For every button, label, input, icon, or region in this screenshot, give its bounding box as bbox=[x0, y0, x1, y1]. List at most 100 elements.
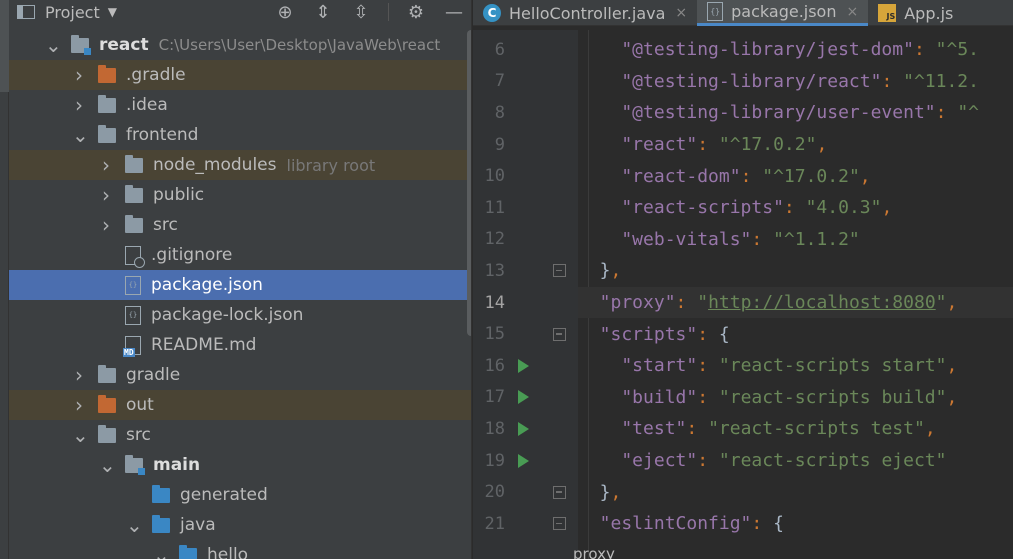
chevron-right-icon[interactable]: › bbox=[72, 393, 86, 417]
code-token: "react-scripts start" bbox=[718, 355, 947, 377]
tree-row[interactable]: › gradle bbox=[9, 360, 471, 390]
gutter-line: 7 bbox=[473, 66, 578, 98]
folder-icon bbox=[98, 64, 116, 83]
hide-icon[interactable]: — bbox=[443, 1, 465, 23]
tree-scrollbar[interactable] bbox=[467, 30, 471, 336]
tree-row[interactable]: › public bbox=[9, 180, 471, 210]
code-line[interactable]: "react": "^17.0.2", bbox=[578, 129, 1013, 161]
tree-row[interactable]: ›{}package.json bbox=[9, 270, 471, 300]
code-token: "react-scripts" bbox=[578, 197, 784, 219]
code-token: , bbox=[610, 481, 622, 503]
code-line[interactable]: "build": "react-scripts build", bbox=[578, 382, 1013, 414]
fold-icon[interactable] bbox=[553, 264, 566, 278]
code-token: "eslintConfig" bbox=[578, 513, 752, 535]
chevron-down-icon[interactable]: ▼ bbox=[108, 5, 117, 19]
close-icon[interactable]: × bbox=[675, 5, 687, 21]
tree-row[interactable]: ›generated bbox=[9, 480, 471, 510]
code-token: "^17.0.2" bbox=[718, 134, 817, 156]
chevron-right-icon[interactable]: › bbox=[99, 153, 113, 177]
chevron-right-icon[interactable]: › bbox=[72, 93, 86, 117]
close-icon[interactable]: × bbox=[846, 4, 858, 20]
chevron-right-icon[interactable]: › bbox=[99, 183, 113, 207]
project-title[interactable]: Project bbox=[45, 3, 100, 22]
run-icon[interactable] bbox=[518, 358, 529, 373]
tree-item-label: out bbox=[126, 395, 154, 415]
expand-all-icon[interactable]: ⇕ bbox=[312, 1, 334, 23]
tool-window-strip bbox=[0, 0, 20, 559]
code-token: "web-vitals" bbox=[578, 228, 752, 250]
code-line[interactable]: "react-dom": "^17.0.2", bbox=[578, 160, 1013, 192]
tree-row[interactable]: › out bbox=[9, 390, 471, 420]
project-toolbar: ⊕ ⇕ ⇳ ⚙ — bbox=[274, 0, 465, 24]
fold-icon[interactable] bbox=[553, 485, 566, 499]
locate-icon[interactable]: ⊕ bbox=[274, 1, 296, 23]
folder-icon bbox=[125, 154, 143, 173]
tree-row[interactable]: › .gradle bbox=[9, 60, 471, 90]
fold-icon[interactable] bbox=[553, 517, 566, 531]
code-line[interactable]: "start": "react-scripts start", bbox=[578, 350, 1013, 382]
code-line[interactable]: "eslintConfig": { bbox=[578, 508, 1013, 540]
code-token: "start" bbox=[578, 355, 698, 377]
tree-row[interactable]: ⌄ main bbox=[9, 450, 471, 480]
tree-row[interactable]: › node_modules library root bbox=[9, 150, 471, 180]
code-line[interactable]: }, bbox=[578, 255, 1013, 287]
breadcrumb[interactable]: proxy bbox=[573, 545, 615, 559]
folder-icon bbox=[125, 184, 143, 203]
chevron-down-icon[interactable]: ⌄ bbox=[72, 423, 89, 447]
code-line[interactable]: "eject": "react-scripts eject" bbox=[578, 445, 1013, 477]
tree-item-label: .idea bbox=[126, 95, 168, 115]
line-number: 11 bbox=[484, 197, 505, 218]
chevron-right-icon[interactable]: › bbox=[99, 213, 113, 237]
code-token: : bbox=[783, 197, 806, 219]
gear-icon[interactable]: ⚙ bbox=[405, 1, 427, 23]
tree-row[interactable]: ⌄ react C:\Users\User\Desktop\JavaWeb\reac… bbox=[9, 30, 471, 60]
chevron-down-icon[interactable]: ⌄ bbox=[126, 513, 143, 537]
tree-item-label: generated bbox=[180, 485, 268, 505]
tree-item-label: src bbox=[126, 425, 151, 445]
run-icon[interactable] bbox=[518, 390, 529, 405]
run-icon[interactable] bbox=[518, 421, 529, 436]
gutter-line: 14 bbox=[473, 287, 578, 319]
collapse-all-icon[interactable]: ⇳ bbox=[350, 1, 372, 23]
chevron-down-icon[interactable]: ⌄ bbox=[72, 123, 89, 147]
fold-icon[interactable] bbox=[553, 327, 566, 341]
code-token: : bbox=[751, 228, 774, 250]
code-line[interactable]: "react-scripts": "4.0.3", bbox=[578, 192, 1013, 224]
tree-row[interactable]: › .idea bbox=[9, 90, 471, 120]
code-line[interactable]: }, bbox=[578, 476, 1013, 508]
tree-row[interactable]: › src bbox=[9, 210, 471, 240]
code-line[interactable]: "scripts": { bbox=[578, 318, 1013, 350]
chevron-down-icon[interactable]: ⌄ bbox=[99, 453, 116, 477]
code-token: "react" bbox=[578, 134, 698, 156]
code-line[interactable]: "@testing-library/react": "^11.2. bbox=[578, 66, 1013, 98]
tree-row[interactable]: ⌄ java bbox=[9, 510, 471, 540]
code-line[interactable]: "@testing-library/user-event": "^ bbox=[578, 97, 1013, 129]
code-token: : bbox=[697, 355, 719, 377]
tab-label: package.json bbox=[731, 2, 837, 21]
chevron-right-icon[interactable]: › bbox=[72, 63, 86, 87]
chevron-down-icon[interactable]: ⌄ bbox=[45, 33, 62, 57]
tree-item-label: public bbox=[153, 185, 205, 205]
tree-item-label: main bbox=[153, 455, 201, 475]
tree-row[interactable]: ›.gitignore bbox=[9, 240, 471, 270]
line-number: 17 bbox=[484, 387, 505, 408]
tree-row[interactable]: ⌄ hello bbox=[9, 540, 471, 559]
editor-tab[interactable]: C HelloController.java × bbox=[473, 0, 697, 26]
tree-row[interactable]: ›{}package-lock.json bbox=[9, 300, 471, 330]
code-line[interactable]: "@testing-library/jest-dom": "^5. bbox=[578, 34, 1013, 66]
editor-tab[interactable]: JS App.js bbox=[868, 0, 963, 26]
editor-tab[interactable]: {} package.json × bbox=[697, 0, 869, 26]
code-area[interactable]: "@testing-library/jest-dom": "^5. "@test… bbox=[578, 30, 1013, 559]
code-line[interactable]: "proxy": " http://localhost:8080 ", bbox=[578, 286, 1013, 319]
folder-icon bbox=[125, 454, 145, 475]
project-icon bbox=[17, 5, 35, 19]
tree-row[interactable]: ⌄ frontend bbox=[9, 120, 471, 150]
code-token: " bbox=[697, 292, 709, 314]
run-icon[interactable] bbox=[518, 453, 529, 468]
code-line[interactable]: "web-vitals": "^1.1.2" bbox=[578, 224, 1013, 256]
code-line[interactable]: "test": "react-scripts test", bbox=[578, 413, 1013, 445]
chevron-down-icon[interactable]: ⌄ bbox=[153, 543, 170, 559]
tree-row[interactable]: ⌄ src bbox=[9, 420, 471, 450]
chevron-right-icon[interactable]: › bbox=[72, 363, 86, 387]
tree-row[interactable]: ›README.md bbox=[9, 330, 471, 360]
